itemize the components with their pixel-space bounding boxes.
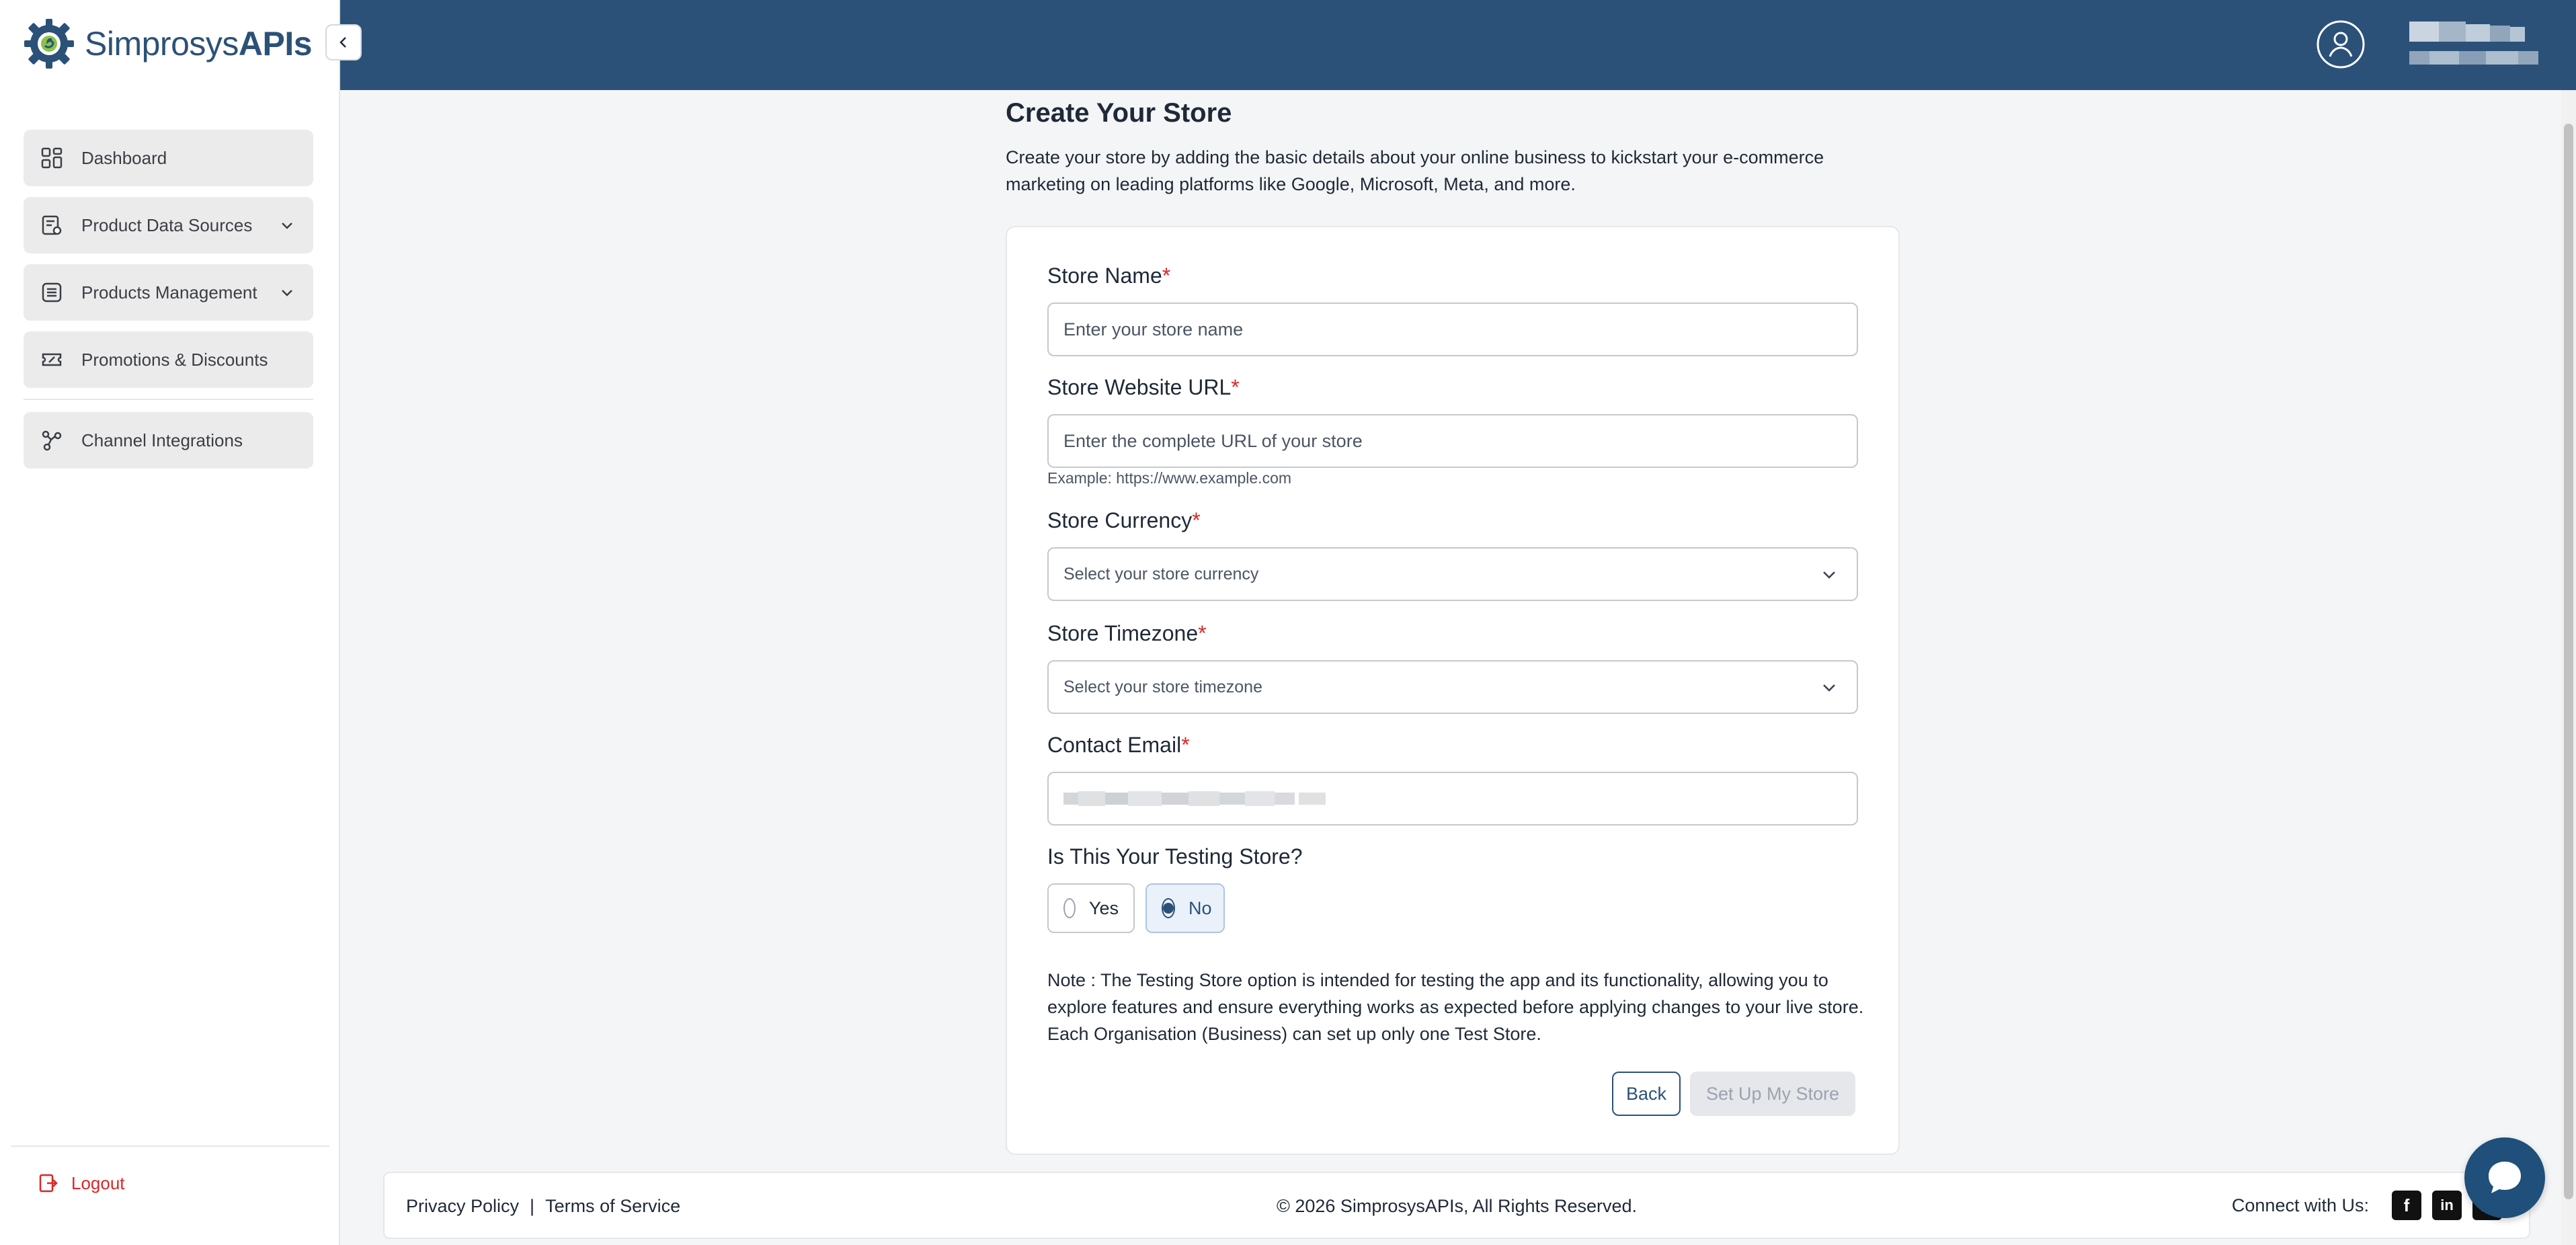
store-name-label-text: Store Name [1047, 264, 1162, 288]
main-scrollbar[interactable] [2561, 90, 2576, 1245]
sidebar-item-label: Promotions & Discounts [81, 349, 268, 370]
sidebar-item-product-data-sources[interactable]: Product Data Sources [24, 197, 313, 253]
store-url-label-text: Store Website URL [1047, 375, 1232, 399]
integrations-icon [40, 428, 64, 452]
store-timezone-label: Store Timezone* [1047, 621, 1207, 646]
sidebar-item-channel-integrations[interactable]: Channel Integrations [24, 412, 313, 469]
social-links: Connect with Us: f in X [2232, 1191, 2502, 1220]
store-url-label: Store Website URL* [1047, 375, 1240, 400]
store-timezone-placeholder: Select your store timezone [1063, 677, 1262, 696]
footer-links: Privacy Policy | Terms of Service [406, 1196, 680, 1217]
sidebar-item-dashboard[interactable]: Dashboard [24, 130, 313, 186]
radio-circle [1063, 898, 1076, 918]
sidebar-item-label: Dashboard [81, 147, 167, 168]
store-currency-placeholder: Select your store currency [1063, 564, 1259, 584]
facebook-icon[interactable]: f [2392, 1191, 2421, 1220]
email-value-redacted [1063, 791, 1326, 806]
main-content: Create Your Store Create your store by a… [340, 90, 2576, 1245]
store-name-input[interactable]: Enter your store name [1047, 303, 1858, 356]
terms-of-service-link[interactable]: Terms of Service [545, 1196, 680, 1217]
chevron-left-icon [339, 37, 346, 48]
testing-store-label: Is This Your Testing Store? [1047, 844, 1303, 869]
brand-name: SimprosysAPIs [85, 24, 313, 63]
store-currency-label: Store Currency* [1047, 508, 1201, 533]
radio-label: No [1189, 897, 1212, 918]
brand-logo[interactable]: SimprosysAPIs [22, 15, 313, 73]
required-mark: * [1192, 508, 1201, 532]
sidebar-item-label: Channel Integrations [81, 430, 243, 450]
chat-bubble-icon [2489, 1162, 2521, 1193]
logout-divider [11, 1146, 329, 1147]
chevron-down-icon [277, 282, 297, 303]
user-avatar-icon[interactable] [2315, 19, 2366, 70]
radio-circle [1162, 898, 1175, 918]
privacy-policy-link[interactable]: Privacy Policy [406, 1196, 519, 1217]
store-timezone-label-text: Store Timezone [1047, 621, 1199, 645]
required-mark: * [1181, 733, 1190, 757]
create-store-form: Store Name* Enter your store name Store … [1006, 226, 1900, 1155]
logout-icon [39, 1174, 58, 1193]
top-bar [340, 0, 2576, 90]
page-title: Create Your Store [1006, 98, 1232, 128]
sidebar-item-products-management[interactable]: Products Management [24, 264, 313, 321]
testing-store-no-radio[interactable]: No [1145, 883, 1225, 933]
footer: Privacy Policy | Terms of Service © 2026… [383, 1172, 2530, 1239]
required-mark: * [1198, 621, 1207, 645]
sidebar-item-promotions-discounts[interactable]: Promotions & Discounts [24, 331, 313, 388]
ticket-icon [40, 348, 64, 372]
scrollbar-thumb[interactable] [2564, 124, 2573, 1199]
back-button[interactable]: Back [1612, 1072, 1681, 1116]
store-name-label: Store Name* [1047, 264, 1170, 288]
chevron-down-icon [1823, 571, 1835, 579]
connect-label: Connect with Us: [2231, 1195, 2369, 1215]
store-url-placeholder: Enter the complete URL of your store [1063, 430, 1363, 451]
sidebar: SimprosysAPIs Dashboard Product Data Sou… [0, 0, 340, 1245]
store-timezone-select[interactable]: Select your store timezone [1047, 660, 1858, 714]
logout-button[interactable]: Logout [38, 1172, 125, 1194]
sidebar-collapse-button[interactable] [325, 24, 362, 61]
sidebar-nav: Dashboard Product Data Sources Products … [24, 130, 313, 479]
store-url-input[interactable]: Enter the complete URL of your store [1047, 414, 1858, 468]
copyright-text: © 2026 SimprosysAPIs, All Rights Reserve… [1276, 1196, 1638, 1216]
required-mark: * [1162, 264, 1171, 288]
contact-email-label-text: Contact Email [1047, 733, 1182, 757]
brand-name-light: Simprosys [85, 25, 239, 63]
chevron-down-icon [1823, 684, 1835, 692]
store-url-hint: Example: https://www.example.com [1047, 469, 1292, 487]
gear-logo-icon [24, 19, 74, 69]
page-description: Create your store by adding the basic de… [1006, 147, 1824, 194]
sidebar-item-label: Product Data Sources [81, 214, 253, 235]
chat-widget-button[interactable] [2464, 1137, 2545, 1218]
contact-email-input[interactable] [1047, 772, 1858, 826]
radio-label: Yes [1088, 897, 1119, 918]
store-currency-label-text: Store Currency [1047, 508, 1193, 532]
required-mark: * [1231, 375, 1240, 399]
products-list-icon [40, 280, 64, 305]
data-sources-icon [40, 213, 64, 237]
store-name-placeholder: Enter your store name [1063, 319, 1244, 339]
dashboard-icon [40, 146, 64, 170]
sidebar-divider [24, 399, 313, 400]
logout-label: Logout [71, 1172, 125, 1193]
brand-name-bold: APIs [238, 25, 313, 63]
set-up-store-button[interactable]: Set Up My Store [1690, 1072, 1855, 1116]
testing-store-note: Note : The Testing Store option is inten… [1047, 970, 1864, 1044]
linkedin-icon[interactable]: in [2432, 1191, 2462, 1220]
footer-link-separator: | [530, 1196, 535, 1216]
testing-store-yes-radio[interactable]: Yes [1047, 883, 1135, 933]
user-name-redacted[interactable] [2409, 22, 2538, 66]
contact-email-label: Contact Email* [1047, 733, 1190, 758]
store-currency-select[interactable]: Select your store currency [1047, 547, 1858, 601]
chevron-down-icon [277, 215, 297, 235]
sidebar-item-label: Products Management [81, 282, 257, 303]
